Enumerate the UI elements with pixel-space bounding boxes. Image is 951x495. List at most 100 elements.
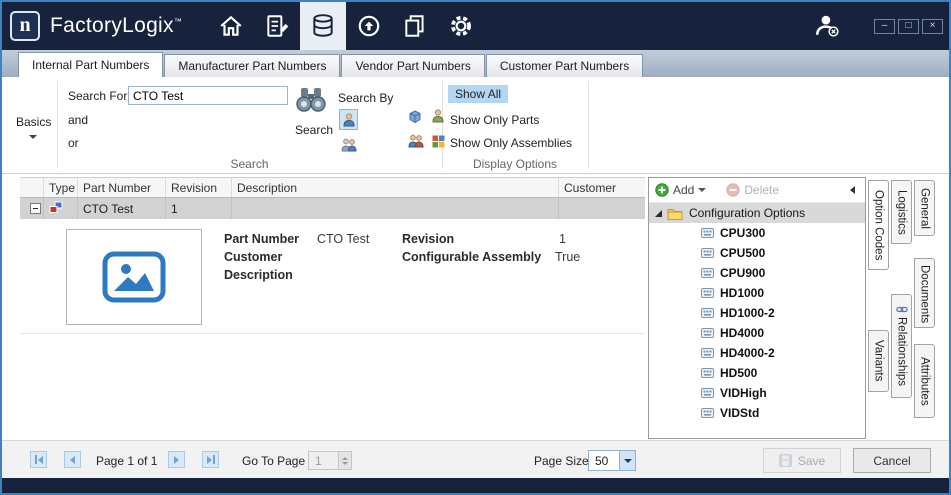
delete-button[interactable]: Delete (726, 183, 779, 197)
add-button[interactable]: Add (655, 183, 706, 197)
link-icon (896, 305, 908, 314)
table-row[interactable]: CTO Test 1 (20, 198, 645, 219)
search-group-label: Search (57, 157, 442, 171)
image-placeholder-icon (102, 251, 166, 303)
column-header-indicator (20, 178, 44, 197)
list-item[interactable]: HD4000-2 (649, 343, 865, 363)
tab-general[interactable]: General (914, 180, 935, 236)
search-by-assembly-icon[interactable] (432, 109, 444, 123)
save-button[interactable]: Save (763, 448, 841, 473)
search-by-people-icon[interactable] (408, 134, 424, 148)
tree-root-configuration-options[interactable]: Configuration Options (649, 203, 865, 223)
list-item[interactable]: HD500 (649, 363, 865, 383)
app-title: FactoryLogix™ (50, 14, 182, 38)
page-size-dropdown-icon[interactable] (619, 451, 635, 470)
last-page-button[interactable] (202, 451, 219, 468)
row-revision: 1 (166, 198, 232, 219)
part-image-placeholder[interactable] (66, 229, 202, 325)
part-results-grid: Type Part Number Revision Description Cu… (20, 177, 645, 219)
goto-page-label: Go To Page (242, 454, 305, 468)
goto-page-spinner[interactable] (338, 452, 351, 469)
ribbon-separator (442, 81, 443, 169)
detail-configurable-value: True (555, 250, 580, 264)
save-floppy-icon (779, 454, 792, 467)
window-controls: – □ × (874, 19, 943, 34)
goto-page-input[interactable]: 1 (308, 451, 352, 470)
previous-page-button[interactable] (64, 451, 81, 468)
window-bottom-band (2, 478, 949, 493)
list-item[interactable]: CPU500 (649, 243, 865, 263)
dispatch-icon[interactable] (346, 2, 392, 50)
settings-gear-icon[interactable] (438, 2, 484, 50)
tab-logistics[interactable]: Logistics (891, 180, 912, 244)
tree-expanded-icon[interactable] (655, 210, 662, 217)
list-item[interactable]: HD4000 (649, 323, 865, 343)
basics-menu[interactable]: Basics (16, 115, 51, 129)
basics-caret-icon[interactable] (29, 135, 37, 139)
row-part-number: CTO Test (78, 198, 166, 219)
tab-manufacturer-part-numbers[interactable]: Manufacturer Part Numbers (164, 54, 340, 77)
list-item[interactable]: VIDHigh (649, 383, 865, 403)
titlebar: n FactoryLogix™ (2, 2, 949, 50)
close-button[interactable]: × (922, 19, 943, 34)
tab-attributes[interactable]: Attributes (914, 344, 935, 418)
detail-revision-label: Revision (402, 232, 454, 246)
ribbon-separator (588, 81, 589, 169)
grid-header-row: Type Part Number Revision Description Cu… (20, 177, 645, 198)
show-only-parts-option[interactable]: Show Only Parts (450, 113, 539, 127)
maximize-button[interactable]: □ (898, 19, 919, 34)
part-detail-panel: Part Number CTO Test Revision 1 Customer… (20, 219, 645, 334)
column-header-description[interactable]: Description (232, 178, 559, 197)
column-header-customer[interactable]: Customer (559, 178, 645, 197)
collapse-panel-icon[interactable] (850, 186, 855, 194)
ribbon-separator (57, 81, 58, 169)
column-header-part-number[interactable]: Part Number (78, 178, 166, 197)
list-item[interactable]: VIDStd (649, 403, 865, 423)
search-by-customer-icon[interactable] (432, 135, 445, 148)
or-label: or (68, 136, 79, 150)
column-header-revision[interactable]: Revision (166, 178, 232, 197)
show-all-option[interactable]: Show All (448, 85, 508, 103)
options-toolbar: Add Delete (649, 178, 865, 203)
search-binoculars-icon[interactable] (294, 85, 328, 113)
list-item[interactable]: HD1000 (649, 283, 865, 303)
user-status-icon[interactable] (814, 12, 840, 41)
list-item[interactable]: CPU900 (649, 263, 865, 283)
collapse-row-button[interactable] (30, 203, 41, 214)
tab-vendor-part-numbers[interactable]: Vendor Part Numbers (341, 54, 484, 77)
home-icon[interactable] (208, 2, 254, 50)
app-window: n FactoryLogix™ (0, 0, 951, 495)
detail-configurable-label: Configurable Assembly (402, 250, 541, 264)
page-size-select[interactable]: 50 (588, 450, 636, 471)
minimize-button[interactable]: – (874, 19, 895, 34)
configuration-options-panel: Add Delete Configuration Options CPU300 … (648, 177, 866, 439)
production-list-icon[interactable] (254, 2, 300, 50)
tab-variants[interactable]: Variants (868, 330, 889, 392)
titlebar-right: – □ × (814, 12, 943, 41)
list-item[interactable]: CPU300 (649, 223, 865, 243)
next-page-button[interactable] (168, 451, 185, 468)
add-plus-icon (655, 183, 669, 197)
tab-relationships[interactable]: Relationships (891, 294, 912, 398)
folder-icon (667, 207, 684, 220)
search-button[interactable]: Search (295, 123, 333, 137)
cancel-button[interactable]: Cancel (853, 448, 931, 473)
search-by-user-icon[interactable] (339, 109, 358, 130)
first-page-button[interactable] (30, 451, 47, 468)
tab-option-codes[interactable]: Option Codes (868, 180, 889, 270)
tab-documents[interactable]: Documents (914, 258, 935, 328)
and-label: and (68, 113, 88, 127)
list-item[interactable]: HD1000-2 (649, 303, 865, 323)
show-only-assemblies-option[interactable]: Show Only Assemblies (450, 136, 572, 150)
tab-customer-part-numbers[interactable]: Customer Part Numbers (486, 54, 643, 77)
search-ribbon: Basics Search For and or Search Search B… (2, 77, 949, 174)
search-for-input[interactable] (128, 86, 288, 105)
column-header-type[interactable]: Type (44, 178, 78, 197)
detail-part-number-value: CTO Test (317, 232, 369, 246)
search-by-users-icon[interactable] (339, 134, 358, 155)
documents-icon[interactable] (392, 2, 438, 50)
tab-internal-part-numbers[interactable]: Internal Part Numbers (18, 52, 163, 77)
parts-library-icon[interactable] (300, 2, 346, 50)
search-by-part-icon[interactable] (408, 110, 422, 124)
delete-minus-icon (726, 183, 740, 197)
